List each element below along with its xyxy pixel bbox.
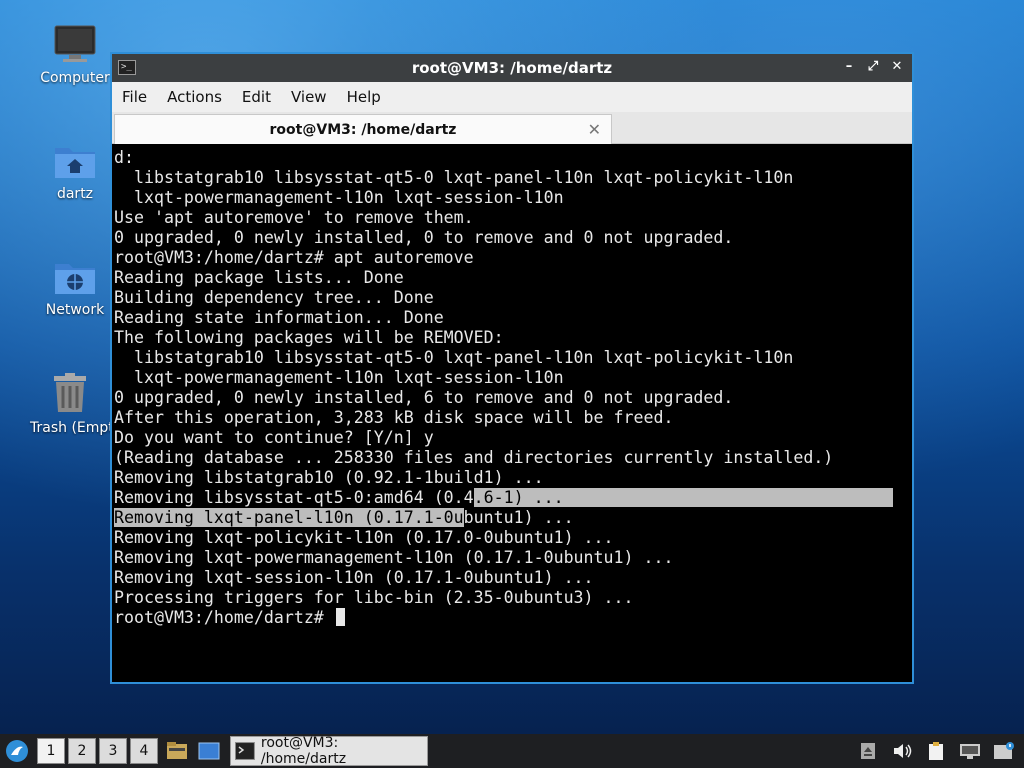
terminal-prompt-line[interactable]: root@VM3:/home/dartz# bbox=[114, 608, 912, 628]
workspace-1[interactable]: 1 bbox=[37, 738, 65, 764]
workspace-4[interactable]: 4 bbox=[130, 738, 158, 764]
terminal-line: lxqt-powermanagement-l10n lxqt-session-l… bbox=[114, 188, 564, 207]
computer-icon bbox=[54, 25, 96, 62]
terminal-line: Use 'apt autoremove' to remove them. bbox=[114, 208, 474, 227]
terminal-output[interactable]: d: libstatgrab10 libsysstat-qt5-0 lxqt-p… bbox=[112, 146, 912, 682]
terminal-text: Removing libsysstat-qt5-0:amd64 (0.4 bbox=[114, 488, 474, 507]
menu-help[interactable]: Help bbox=[347, 86, 381, 108]
window-controls: – ⤢ ✕ bbox=[840, 58, 906, 76]
terminal-line: 0 upgraded, 0 newly installed, 6 to remo… bbox=[114, 388, 734, 407]
desktop-icon-home[interactable]: dartz bbox=[32, 142, 118, 202]
shell-prompt: root@VM3:/home/dartz# bbox=[114, 608, 334, 627]
workspace-3[interactable]: 3 bbox=[99, 738, 127, 764]
close-icon[interactable]: ✕ bbox=[888, 58, 906, 76]
volume-icon[interactable] bbox=[890, 738, 914, 764]
tab-label: root@VM3: /home/dartz bbox=[269, 121, 457, 138]
terminal-line: libstatgrab10 libsysstat-qt5-0 lxqt-pane… bbox=[114, 168, 794, 187]
tab-terminal[interactable]: root@VM3: /home/dartz ✕ bbox=[114, 114, 612, 144]
clipboard-icon[interactable] bbox=[924, 738, 948, 764]
terminal-line: Removing lxqt-session-l10n (0.17.1-0ubun… bbox=[114, 568, 594, 587]
notification-icon[interactable] bbox=[992, 738, 1016, 764]
terminal-line: Removing lxqt-policykit-l10n (0.17.0-0ub… bbox=[114, 528, 614, 547]
menu-view[interactable]: View bbox=[291, 86, 327, 108]
menu-bar: File Actions Edit View Help bbox=[112, 82, 912, 112]
terminal-line: Removing lxqt-powermanagement-l10n (0.17… bbox=[114, 548, 674, 567]
terminal-text: buntu1) ... bbox=[463, 508, 574, 527]
terminal-line: 0 upgraded, 0 newly installed, 0 to remo… bbox=[114, 228, 734, 247]
terminal-line: Removing libstatgrab10 (0.92.1-1build1) … bbox=[114, 468, 544, 487]
file-manager-launcher[interactable] bbox=[164, 738, 190, 764]
desktop-icon-label: Network bbox=[45, 302, 105, 318]
file-manager-icon bbox=[167, 742, 187, 759]
terminal-line: libstatgrab10 libsysstat-qt5-0 lxqt-pane… bbox=[114, 348, 794, 367]
desktop-icon-label: dartz bbox=[56, 186, 94, 202]
terminal-window[interactable]: >_ root@VM3: /home/dartz – ⤢ ✕ File Acti… bbox=[110, 52, 914, 684]
terminal-line: (Reading database ... 258330 files and d… bbox=[114, 448, 834, 467]
desktop-icon bbox=[198, 742, 220, 760]
taskbar: 1 2 3 4 root@VM3: /home/dartz bbox=[0, 734, 1024, 768]
terminal-icon bbox=[235, 742, 255, 760]
menu-file[interactable]: File bbox=[122, 86, 147, 108]
desktop-icon-network[interactable]: Network bbox=[32, 258, 118, 318]
start-menu-button[interactable] bbox=[0, 734, 34, 768]
terminal-line: After this operation, 3,283 kB disk spac… bbox=[114, 408, 674, 427]
taskbar-terminal-button[interactable]: root@VM3: /home/dartz bbox=[230, 735, 428, 767]
desktop-icon-computer[interactable]: Computer bbox=[32, 24, 118, 86]
terminal-line: The following packages will be REMOVED: bbox=[114, 328, 504, 347]
window-title: root@VM3: /home/dartz bbox=[411, 59, 613, 77]
home-folder-icon bbox=[55, 148, 95, 178]
terminal-line: Reading package lists... Done bbox=[114, 268, 404, 287]
terminal-line: Do you want to continue? [Y/n] y bbox=[114, 428, 434, 447]
terminal-line: Processing triggers for libc-bin (2.35-0… bbox=[114, 588, 634, 607]
show-desktop-button[interactable] bbox=[196, 738, 222, 764]
desktop-icon-label: Computer bbox=[40, 70, 110, 86]
network-folder-icon bbox=[55, 264, 95, 294]
terminal-line: lxqt-powermanagement-l10n lxqt-session-l… bbox=[114, 368, 564, 387]
terminal-line: d: bbox=[114, 148, 134, 167]
text-cursor bbox=[335, 608, 345, 626]
window-titlebar[interactable]: >_ root@VM3: /home/dartz – ⤢ ✕ bbox=[112, 54, 912, 82]
tab-close-icon[interactable]: ✕ bbox=[588, 120, 601, 139]
menu-actions[interactable]: Actions bbox=[167, 86, 222, 108]
selection-highlight: .6-1) ... bbox=[473, 488, 894, 507]
selection-highlight: Removing lxqt-panel-l10n (0.17.1-0u bbox=[114, 508, 464, 527]
workspace-2[interactable]: 2 bbox=[68, 738, 96, 764]
eject-icon[interactable] bbox=[856, 738, 880, 764]
terminal-line-selected: Removing lxqt-panel-l10n (0.17.1-0ubuntu… bbox=[114, 508, 912, 528]
terminal-app-icon[interactable]: >_ bbox=[118, 60, 136, 75]
system-tray bbox=[856, 738, 1016, 764]
minimize-icon[interactable]: – bbox=[840, 58, 858, 76]
trash-icon bbox=[54, 373, 86, 412]
maximize-icon[interactable]: ⤢ bbox=[864, 58, 882, 76]
terminal-line: Reading state information... Done bbox=[114, 308, 444, 327]
terminal-line: root@VM3:/home/dartz# apt autoremove bbox=[114, 248, 474, 267]
network-icon[interactable] bbox=[958, 738, 982, 764]
terminal-line: Building dependency tree... Done bbox=[114, 288, 434, 307]
desktop-icon-trash[interactable]: Trash (Empty) bbox=[28, 372, 112, 436]
taskbar-terminal-label: root@VM3: /home/dartz bbox=[260, 735, 347, 767]
lubuntu-logo-icon bbox=[6, 740, 28, 762]
menu-edit[interactable]: Edit bbox=[242, 86, 271, 108]
terminal-line-selected: Removing libsysstat-qt5-0:amd64 (0.4.6-1… bbox=[114, 488, 912, 508]
desktop-icon-label: Trash (Empty) bbox=[30, 420, 112, 436]
tab-bar: root@VM3: /home/dartz ✕ bbox=[112, 112, 912, 144]
